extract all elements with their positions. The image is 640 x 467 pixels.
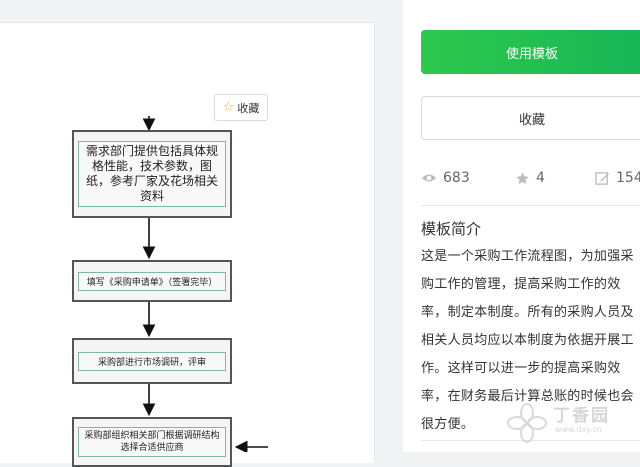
flowchart-arrows — [142, 116, 268, 452]
views-count: 683 — [443, 170, 470, 186]
edits-stat: 1541 — [595, 170, 640, 186]
flow-step-3: 采购部进行市场调研，评审 — [72, 338, 232, 384]
template-sidebar: 使用模板 收藏 683 4 1541 模板简介 这是一个采购工作流程图，为加强采… — [403, 0, 640, 452]
eye-icon — [422, 174, 436, 182]
flow-step-2-text: 填写《采购申请单》（签署完毕） — [78, 271, 226, 291]
edits-count: 1541 — [616, 170, 640, 186]
flow-step-4: 采购部组织相关部门根据调研结构选择合适供应商 — [72, 417, 232, 467]
preview-favorite-label: 收藏 — [237, 101, 260, 115]
preview-favorite-button[interactable]: ☆ 收藏 — [214, 94, 268, 121]
stats-divider — [421, 205, 640, 206]
views-stat: 683 — [421, 170, 470, 186]
flow-step-2: 填写《采购申请单》（签署完毕） — [72, 260, 232, 302]
use-template-button[interactable]: 使用模板 — [421, 30, 640, 74]
intro-title: 模板简介 — [421, 220, 482, 238]
likes-stat: 4 — [515, 170, 545, 186]
flow-step-3-text: 采购部进行市场调研，评审 — [78, 351, 226, 371]
flow-step-1-text: 需求部门提供包括具体规格性能，技术参数，图纸，参考厂家及花场相关资料 — [78, 141, 226, 207]
flow-step-1: 需求部门提供包括具体规格性能，技术参数，图纸，参考厂家及花场相关资料 — [72, 130, 232, 218]
flow-step-4-text: 采购部组织相关部门根据调研结构选择合适供应商 — [78, 427, 226, 457]
star-icon: ☆ — [222, 100, 235, 115]
flower-logo-icon — [507, 403, 547, 443]
likes-count: 4 — [536, 170, 545, 186]
dxy-watermark: 丁香园 www.dxy.cn — [505, 395, 640, 452]
edit-icon — [595, 171, 610, 185]
favorite-button[interactable]: 收藏 — [421, 96, 640, 140]
watermark-text: 丁香园 — [553, 406, 610, 426]
star-icon — [516, 171, 529, 184]
watermark-url: www.dxy.cn — [555, 425, 602, 434]
template-stats: 683 4 1541 — [421, 170, 640, 190]
